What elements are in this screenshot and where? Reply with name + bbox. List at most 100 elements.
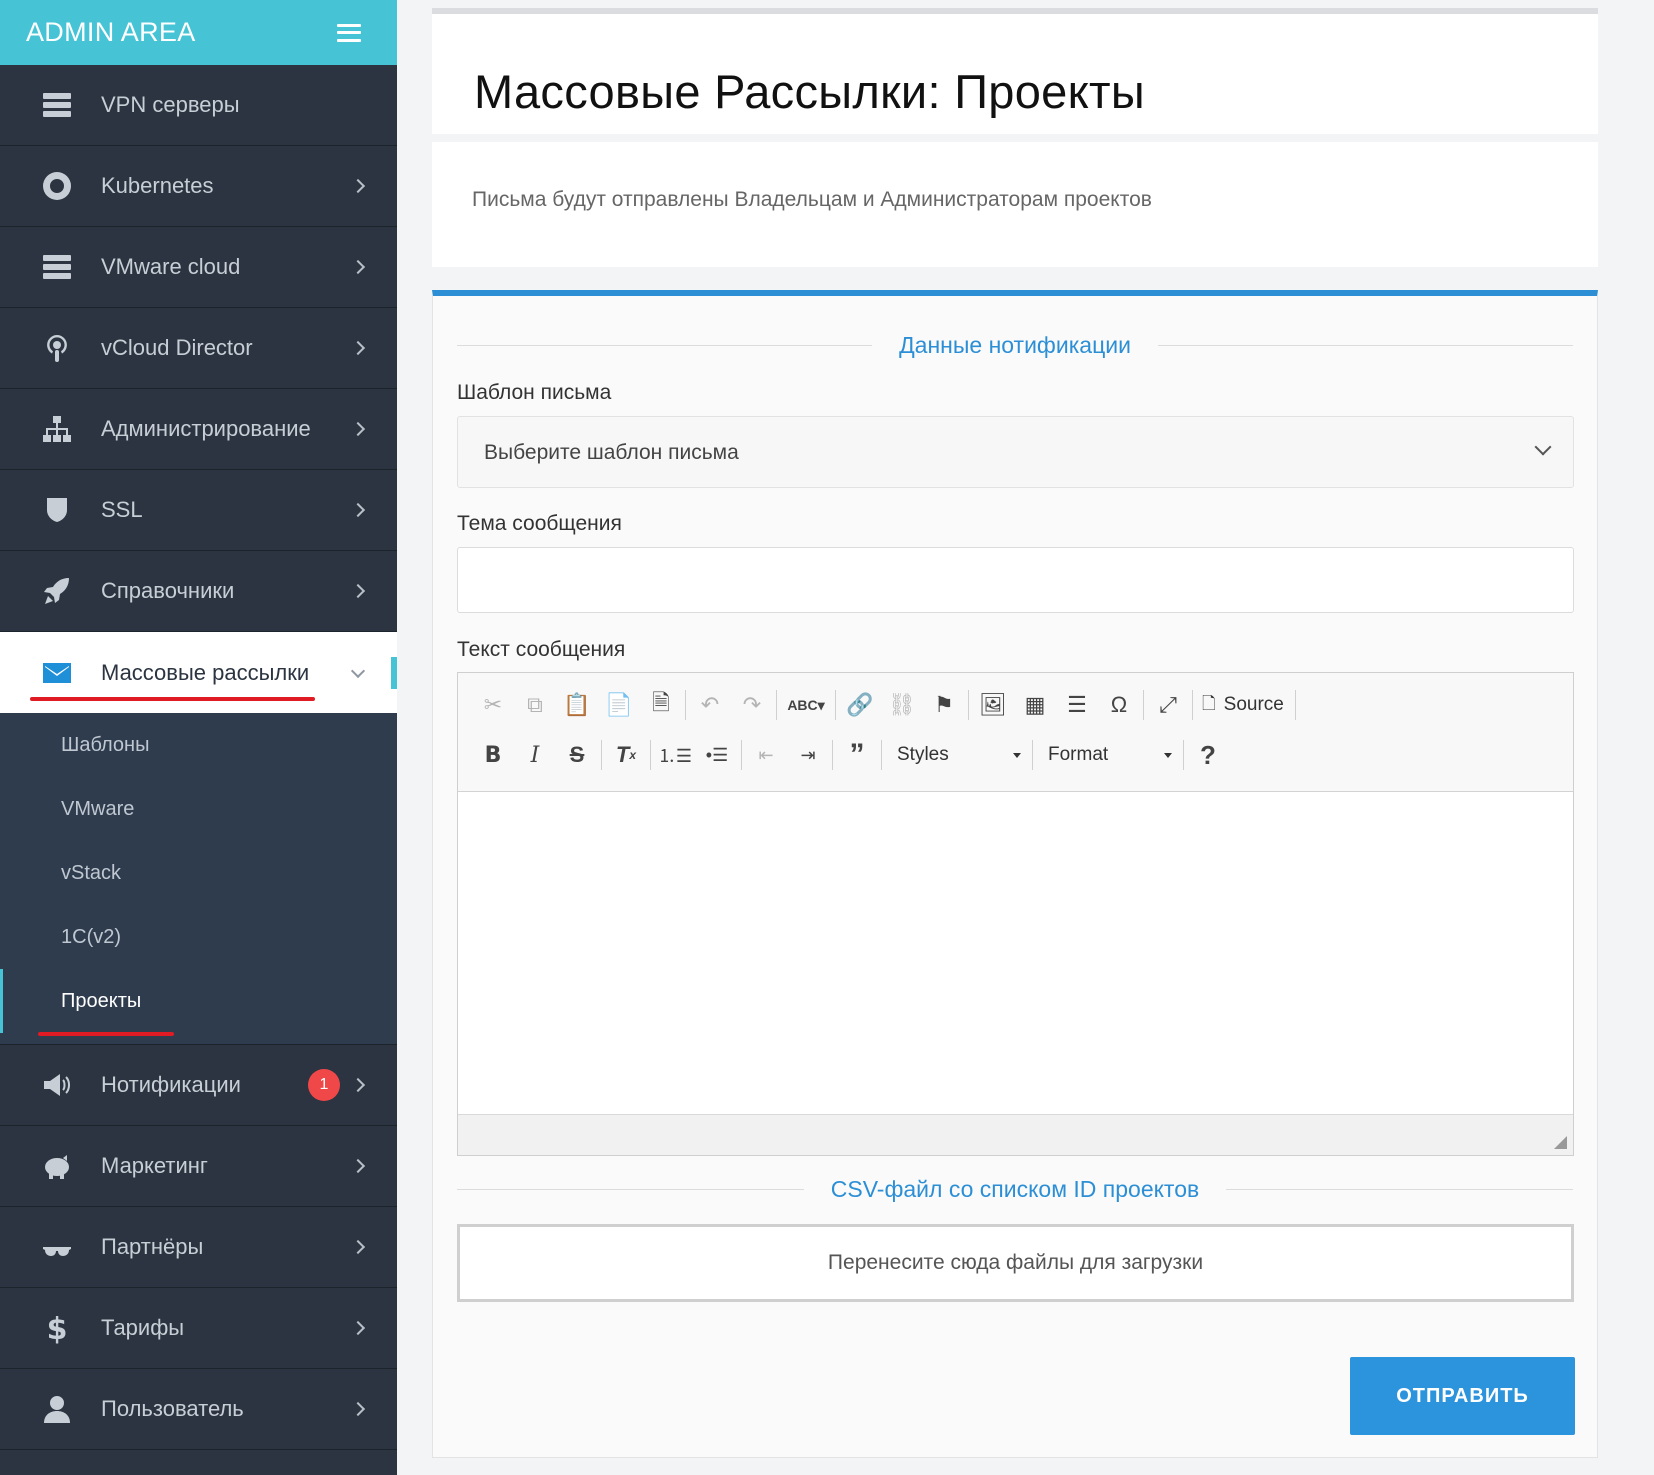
format-label: Format bbox=[1048, 744, 1109, 765]
piggy-bank-icon bbox=[40, 1149, 74, 1183]
sidebar-item-user[interactable]: Пользователь bbox=[0, 1369, 397, 1450]
chevron-right-icon bbox=[350, 1077, 366, 1093]
sidebar-item-label: VMware cloud bbox=[101, 254, 241, 279]
page-title: Массовые Рассылки: Проекты bbox=[474, 65, 1145, 118]
sidebar-item-marketing[interactable]: Маркетинг bbox=[0, 1126, 397, 1207]
anchor-flag-icon[interactable]: ⚑ bbox=[923, 685, 965, 725]
sidebar-item-label: Kubernetes bbox=[101, 173, 214, 198]
image-icon[interactable]: 🖼 bbox=[972, 685, 1014, 725]
server-icon bbox=[40, 88, 74, 122]
sitemap-icon bbox=[40, 412, 74, 446]
editor-content-area[interactable] bbox=[458, 792, 1573, 1114]
chevron-right-icon bbox=[350, 1401, 366, 1417]
submenu: Шаблоны VMware vStack 1C(v2) Проекты bbox=[0, 713, 397, 1045]
spellcheck-icon[interactable]: ABC▾ bbox=[780, 685, 832, 725]
sidebar-item-ssl[interactable]: SSL bbox=[0, 470, 397, 551]
paste-text-icon[interactable]: 📄 bbox=[598, 685, 640, 725]
outdent-icon[interactable]: ⇤ bbox=[745, 735, 787, 775]
sidebar-item-label: Массовые рассылки bbox=[101, 659, 310, 685]
source-icon: 🗋 bbox=[1202, 693, 1216, 713]
rocket-icon bbox=[40, 574, 74, 608]
chevron-down-icon bbox=[350, 663, 366, 678]
sidebar-item-references[interactable]: Справочники bbox=[0, 551, 397, 632]
chevron-right-icon bbox=[350, 583, 366, 599]
maximize-icon[interactable]: ⤢ bbox=[1147, 685, 1189, 725]
sidebar-item-label: SSL bbox=[101, 497, 143, 522]
submenu-item-projects[interactable]: Проекты bbox=[0, 969, 397, 1033]
template-select[interactable]: Выберите шаблон письма bbox=[457, 416, 1574, 488]
file-dropzone[interactable]: Перенесите сюда файлы для загрузки bbox=[457, 1224, 1574, 1302]
sidebar-item-notifications[interactable]: Нотификации 1 bbox=[0, 1045, 397, 1126]
subject-input[interactable] bbox=[457, 547, 1574, 613]
brand-title: ADMIN AREA bbox=[26, 17, 196, 47]
title-card: Массовые Рассылки: Проекты bbox=[432, 8, 1598, 134]
sidebar-item-label: Маркетинг bbox=[101, 1153, 208, 1178]
resize-handle-icon[interactable] bbox=[1554, 1136, 1567, 1149]
info-text: Письма будут отправлены Владельцам и Адм… bbox=[472, 188, 1152, 211]
envelope-icon bbox=[40, 656, 74, 690]
dollar-icon: $ bbox=[40, 1311, 74, 1345]
submit-button[interactable]: ОТПРАВИТЬ bbox=[1350, 1357, 1575, 1435]
active-indicator bbox=[391, 657, 397, 689]
remove-format-icon[interactable]: Tx bbox=[605, 735, 647, 775]
submenu-item-vmware[interactable]: VMware bbox=[0, 777, 397, 841]
section-legend: Данные нотификации bbox=[457, 330, 1574, 360]
highlight-underline bbox=[30, 697, 315, 701]
sidebar-item-label: Справочники bbox=[101, 578, 235, 603]
strikethrough-icon[interactable]: S bbox=[556, 735, 598, 775]
sidebar-item-vpn[interactable]: VPN серверы bbox=[0, 65, 397, 146]
paste-icon[interactable]: 📋 bbox=[556, 685, 598, 725]
styles-dropdown[interactable]: Styles bbox=[885, 735, 1029, 775]
template-select-value: Выберите шаблон письма bbox=[484, 441, 739, 464]
text-label: Текст сообщения bbox=[457, 638, 626, 661]
paste-word-icon[interactable]: 🗎 bbox=[640, 685, 682, 725]
podcast-icon bbox=[40, 331, 74, 365]
svg-text:$: $ bbox=[47, 1312, 68, 1344]
hamburger-icon[interactable] bbox=[337, 23, 361, 42]
sidebar: ADMIN AREA VPN серверы Kubernetes VMware… bbox=[0, 0, 397, 1475]
dropdown-arrow-icon bbox=[1013, 752, 1021, 758]
undo-icon[interactable]: ↶ bbox=[689, 685, 731, 725]
format-dropdown[interactable]: Format bbox=[1036, 735, 1180, 775]
copy-icon[interactable]: ⧉ bbox=[514, 685, 556, 725]
submenu-item-vstack[interactable]: vStack bbox=[0, 841, 397, 905]
subject-label: Тема сообщения bbox=[457, 512, 622, 535]
bullet-list-icon[interactable]: •☰ bbox=[696, 735, 738, 775]
bold-icon[interactable]: B bbox=[472, 735, 514, 775]
italic-icon[interactable]: I bbox=[514, 735, 556, 775]
redo-icon[interactable]: ↷ bbox=[731, 685, 773, 725]
sidebar-item-tariffs[interactable]: $ Тарифы bbox=[0, 1288, 397, 1369]
sidebar-item-mass-mailings[interactable]: Массовые рассылки bbox=[0, 632, 397, 713]
sidebar-item-label: VPN серверы bbox=[101, 92, 240, 117]
special-char-icon[interactable]: Ω bbox=[1098, 685, 1140, 725]
blockquote-icon[interactable]: ” bbox=[836, 735, 878, 775]
sidebar-item-label: Партнёры bbox=[101, 1234, 204, 1259]
form-card: Данные нотификации Шаблон письма Выберит… bbox=[432, 290, 1598, 1458]
sidebar-item-vmware-cloud[interactable]: VMware cloud bbox=[0, 227, 397, 308]
dropdown-arrow-icon bbox=[1164, 752, 1172, 758]
section-title: CSV-файл со списком ID проектов bbox=[830, 1175, 1200, 1202]
source-button[interactable]: 🗋 Source bbox=[1196, 685, 1292, 725]
sidebar-item-label: Тарифы bbox=[101, 1315, 185, 1340]
section-legend: CSV-файл со списком ID проектов bbox=[457, 1174, 1574, 1204]
help-icon[interactable]: ? bbox=[1187, 735, 1229, 775]
sidebar-item-label: Администрирование bbox=[101, 416, 311, 441]
submenu-item-1c[interactable]: 1C(v2) bbox=[0, 905, 397, 969]
notification-badge: 1 bbox=[308, 1069, 340, 1101]
highlight-underline bbox=[38, 1032, 174, 1036]
cut-icon[interactable]: ✂ bbox=[472, 685, 514, 725]
numbered-list-icon[interactable]: ⒈☰ bbox=[654, 735, 696, 775]
rich-text-editor: ✂ ⧉ 📋 📄 🗎 ↶ ↷ ABC▾ 🔗 ⛓ ⚑ 🖼 ▦ ☰ Ω ⤢ 🗋 Sou… bbox=[457, 672, 1574, 1156]
submenu-item-templates[interactable]: Шаблоны bbox=[0, 713, 397, 777]
horizontal-rule-icon[interactable]: ☰ bbox=[1056, 685, 1098, 725]
sidebar-item-vcloud[interactable]: vCloud Director bbox=[0, 308, 397, 389]
sidebar-item-partners[interactable]: Партнёры bbox=[0, 1207, 397, 1288]
chevron-right-icon bbox=[350, 178, 366, 194]
table-icon[interactable]: ▦ bbox=[1014, 685, 1056, 725]
link-icon[interactable]: 🔗 bbox=[839, 685, 881, 725]
sidebar-item-administration[interactable]: Администрирование bbox=[0, 389, 397, 470]
sidebar-item-kubernetes[interactable]: Kubernetes bbox=[0, 146, 397, 227]
chevron-right-icon bbox=[350, 1320, 366, 1336]
unlink-icon[interactable]: ⛓ bbox=[881, 685, 923, 725]
indent-icon[interactable]: ⇥ bbox=[787, 735, 829, 775]
